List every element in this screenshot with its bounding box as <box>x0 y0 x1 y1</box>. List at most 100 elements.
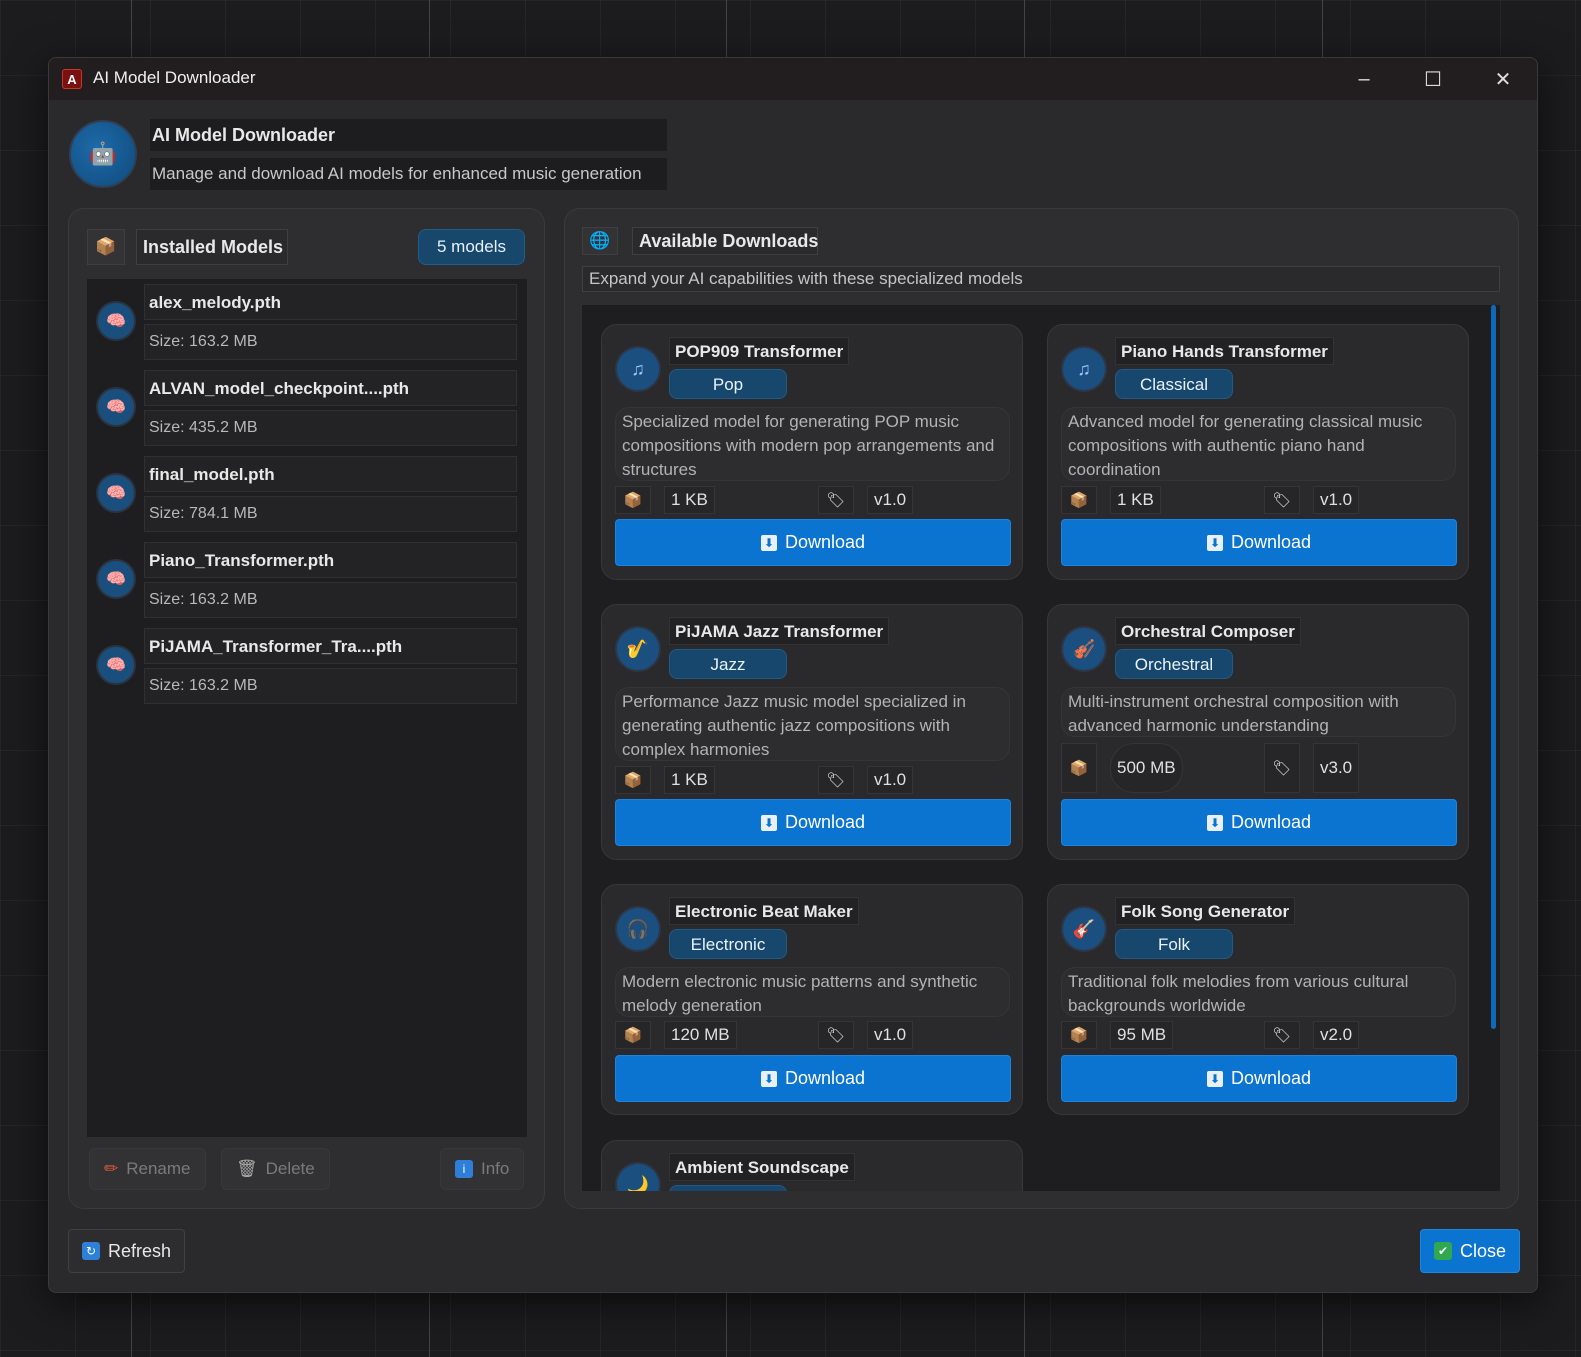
brain-icon: 🧠 <box>96 387 136 427</box>
model-version: v1.0 <box>867 766 914 794</box>
brain-icon: 🧠 <box>96 473 136 513</box>
package-icon: 📦 <box>615 1021 651 1049</box>
model-version: v1.0 <box>867 486 914 514</box>
model-card: ♫ Piano Hands Transformer Classical Adva… <box>1047 324 1469 580</box>
background-line <box>131 0 132 57</box>
tag-icon: 🏷 <box>1264 1021 1300 1049</box>
download-icon: ⬇ <box>760 814 777 831</box>
download-button[interactable]: ⬇ Download <box>615 1055 1011 1102</box>
refresh-label: Refresh <box>108 1240 172 1261</box>
model-size: Size: 163.2 MB <box>144 582 517 618</box>
info-button[interactable]: i Info <box>440 1148 525 1190</box>
model-card: 🌙 Ambient Soundscape <box>601 1140 1023 1191</box>
download-label: Download <box>1230 812 1312 832</box>
close-button[interactable]: ✔ Close <box>1420 1229 1521 1273</box>
page-subtitle: Manage and download AI models for enhanc… <box>150 158 667 190</box>
robot-icon: 🤖 <box>69 120 137 188</box>
card-title: POP909 Transformer <box>669 337 850 365</box>
model-size: 1 KB <box>664 486 715 514</box>
model-size: 500 MB <box>1110 743 1183 793</box>
download-icon: ⬇ <box>1206 814 1223 831</box>
model-version: v3.0 <box>1313 743 1360 793</box>
background-line <box>726 0 727 57</box>
available-downloads-subtitle: Expand your AI capabilities with these s… <box>582 266 1500 292</box>
minimize-button[interactable]: – <box>1329 58 1399 100</box>
package-icon: 📦 <box>1061 1021 1097 1049</box>
tag-icon: 🏷 <box>818 486 854 514</box>
maximize-button[interactable]: ☐ <box>1398 58 1468 100</box>
background-line <box>1024 0 1025 57</box>
download-button[interactable]: ⬇ Download <box>615 799 1011 846</box>
model-size: Size: 784.1 MB <box>144 496 517 532</box>
download-button[interactable]: ⬇ Download <box>1061 799 1457 846</box>
list-item[interactable]: 🧠 PiJAMA_Transformer_Tra....pth Size: 16… <box>87 623 527 709</box>
refresh-button[interactable]: ↻ Refresh <box>68 1229 186 1273</box>
guitar-icon: 🎸 <box>1061 906 1107 952</box>
download-icon: ⬇ <box>760 1070 777 1087</box>
download-label: Download <box>1230 1068 1312 1088</box>
download-button[interactable]: ⬇ Download <box>1061 1055 1457 1102</box>
installed-models-list[interactable]: 🧠 alex_melody.pth Size: 163.2 MB 🧠 ALVAN… <box>87 279 527 1137</box>
model-card: 🎧 Electronic Beat Maker Electronic Moder… <box>601 884 1023 1115</box>
card-title: Orchestral Composer <box>1115 617 1301 645</box>
globe-icon: 🌐 <box>582 227 618 255</box>
delete-label: Delete <box>265 1159 315 1178</box>
download-icon: ⬇ <box>760 534 777 551</box>
list-item[interactable]: 🧠 Piano_Transformer.pth Size: 163.2 MB <box>87 537 527 623</box>
background-line <box>429 0 430 57</box>
download-label: Download <box>1230 532 1312 552</box>
music-note-icon: ♫ <box>1061 346 1107 392</box>
tag-icon: 🏷 <box>1264 743 1300 793</box>
model-cards-scroll-area[interactable]: ♫ POP909 Transformer Pop Specialized mod… <box>582 305 1500 1191</box>
model-card: ♫ POP909 Transformer Pop Specialized mod… <box>601 324 1023 580</box>
card-title: PiJAMA Jazz Transformer <box>669 617 890 645</box>
card-title: Piano Hands Transformer <box>1115 337 1334 365</box>
card-description: Multi-instrument orchestral composition … <box>1061 687 1456 737</box>
background-line <box>1322 0 1323 57</box>
download-button[interactable]: ⬇ Download <box>1061 519 1457 566</box>
download-button[interactable]: ⬇ Download <box>615 519 1011 566</box>
card-description: Specialized model for generating POP mus… <box>615 407 1010 481</box>
model-size: 95 MB <box>1110 1021 1174 1049</box>
genre-badge: Classical <box>1115 369 1233 399</box>
card-description: Traditional folk melodies from various c… <box>1061 967 1456 1017</box>
model-card: 🎻 Orchestral Composer Orchestral Multi-i… <box>1047 604 1469 860</box>
package-icon: 📦 <box>1061 743 1097 793</box>
list-item[interactable]: 🧠 alex_melody.pth Size: 163.2 MB <box>87 279 527 365</box>
genre-badge: Orchestral <box>1115 649 1233 679</box>
check-icon: ✔ <box>1434 1242 1452 1260</box>
rename-button[interactable]: ✏ Rename <box>89 1148 206 1190</box>
window-title: AI Model Downloader <box>93 68 256 87</box>
tag-icon: 🏷 <box>818 1021 854 1049</box>
delete-button[interactable]: 🗑 Delete <box>221 1148 330 1190</box>
model-version: v1.0 <box>1313 486 1360 514</box>
close-label: Close <box>1460 1240 1507 1261</box>
genre-badge: Pop <box>669 369 787 399</box>
genre-badge: Folk <box>1115 929 1233 959</box>
download-icon: ⬇ <box>1206 1070 1223 1087</box>
background-line <box>726 1293 727 1357</box>
scrollbar-thumb[interactable] <box>1491 305 1496 1029</box>
model-count-badge: 5 models <box>418 229 525 265</box>
close-window-button[interactable]: ✕ <box>1468 58 1537 100</box>
genre-badge <box>669 1185 787 1191</box>
moon-icon: 🌙 <box>615 1162 661 1191</box>
title-bar[interactable]: A AI Model Downloader – ☐ ✕ <box>49 58 1537 100</box>
card-title: Folk Song Generator <box>1115 897 1296 925</box>
installed-models-panel: 📦 Installed Models 5 models 🧠 alex_melod… <box>68 208 545 1209</box>
background-line <box>1024 1293 1025 1357</box>
refresh-icon: ↻ <box>82 1242 100 1260</box>
model-name: ALVAN_model_checkpoint....pth <box>144 370 517 406</box>
list-item[interactable]: 🧠 final_model.pth Size: 784.1 MB <box>87 451 527 537</box>
download-label: Download <box>784 532 866 552</box>
model-size: Size: 163.2 MB <box>144 668 517 704</box>
brain-icon: 🧠 <box>96 559 136 599</box>
model-version: v1.0 <box>867 1021 914 1049</box>
list-item[interactable]: 🧠 ALVAN_model_checkpoint....pth Size: 43… <box>87 365 527 451</box>
download-icon: ⬇ <box>1206 534 1223 551</box>
violin-icon: 🎻 <box>1061 626 1107 672</box>
headphones-icon: 🎧 <box>615 906 661 952</box>
model-size: Size: 435.2 MB <box>144 410 517 446</box>
music-note-icon: ♫ <box>615 346 661 392</box>
app-window: A AI Model Downloader – ☐ ✕ 🤖 AI Model D… <box>48 57 1538 1293</box>
